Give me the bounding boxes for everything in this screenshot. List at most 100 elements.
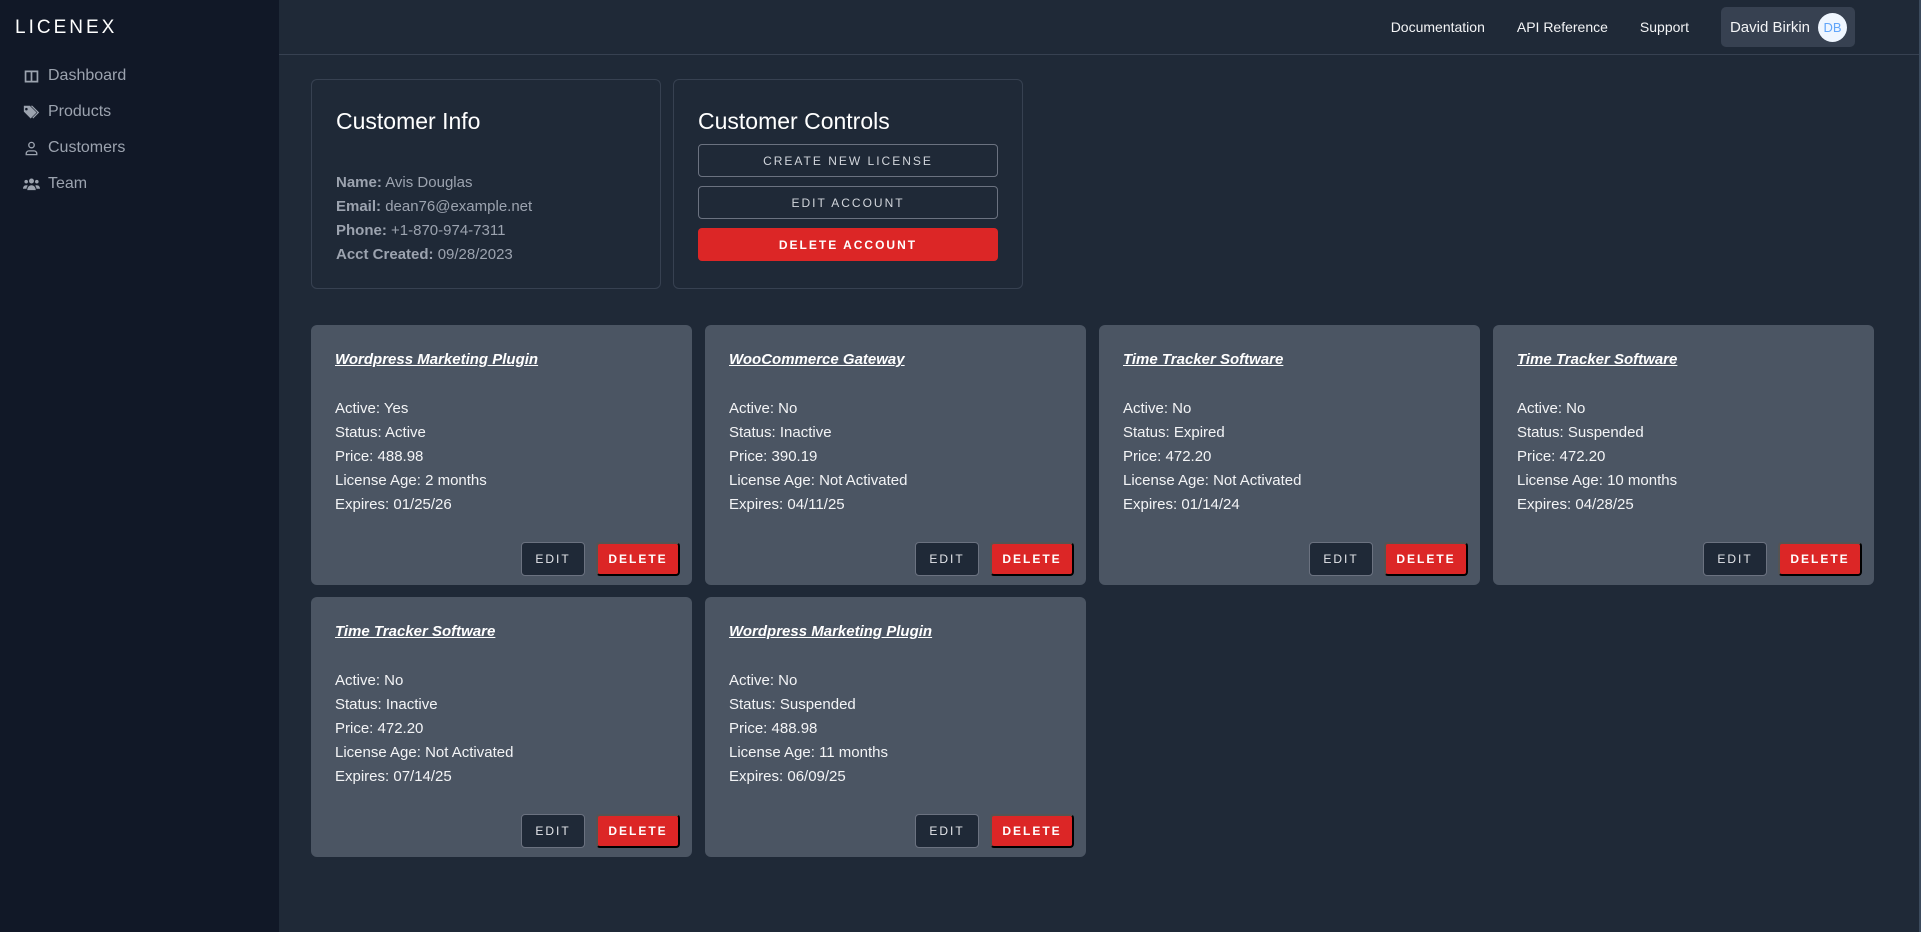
delete-license-button[interactable]: DELETE bbox=[596, 542, 680, 576]
customer-name: Avis Douglas bbox=[385, 174, 473, 191]
edit-license-button[interactable]: EDIT bbox=[521, 542, 585, 576]
license-product-link[interactable]: WooCommerce Gateway bbox=[729, 351, 905, 368]
license-card: Time Tracker Software Active: No Status: I… bbox=[311, 597, 692, 857]
license-details: Active: No Status: Suspended Price: 472.20… bbox=[1517, 397, 1677, 517]
edit-license-button[interactable]: EDIT bbox=[915, 814, 979, 848]
support-link[interactable]: Support bbox=[1640, 19, 1689, 35]
license-expires: Expires: 06/09/25 bbox=[729, 768, 846, 785]
license-product-link[interactable]: Time Tracker Software bbox=[1123, 351, 1283, 368]
license-age: License Age: 11 months bbox=[729, 744, 888, 761]
customer-phone: +1-870-974-7311 bbox=[391, 222, 506, 239]
license-expires: Expires: 01/25/26 bbox=[335, 496, 452, 513]
license-product-link[interactable]: Wordpress Marketing Plugin bbox=[729, 623, 932, 640]
license-details: Active: No Status: Suspended Price: 488.98… bbox=[729, 669, 888, 789]
customer-name-row: Name: Avis Douglas bbox=[336, 171, 532, 195]
license-details: Active: Yes Status: Active Price: 488.98 Li… bbox=[335, 397, 487, 517]
edit-license-button[interactable]: EDIT bbox=[915, 542, 979, 576]
customer-info-panel: Customer Info Name: Avis Douglas Email: … bbox=[311, 79, 661, 289]
license-product-link[interactable]: Time Tracker Software bbox=[335, 623, 495, 640]
license-product-link[interactable]: Time Tracker Software bbox=[1517, 351, 1677, 368]
create-license-button[interactable]: CREATE NEW LICENSE bbox=[698, 144, 998, 177]
field-label: Phone: bbox=[336, 222, 387, 239]
delete-license-button[interactable]: DELETE bbox=[990, 814, 1074, 848]
license-status: Status: Suspended bbox=[729, 696, 856, 713]
license-expires: Expires: 01/14/24 bbox=[1123, 496, 1240, 513]
delete-license-button[interactable]: DELETE bbox=[990, 542, 1074, 576]
api-reference-link[interactable]: API Reference bbox=[1517, 19, 1608, 35]
customer-info-fields: Name: Avis Douglas Email: dean76@example… bbox=[336, 171, 532, 267]
license-price: Price: 488.98 bbox=[335, 448, 424, 465]
license-price: Price: 472.20 bbox=[335, 720, 424, 737]
license-age: License Age: Not Activated bbox=[1123, 472, 1302, 489]
brand-logo[interactable]: LICENEX bbox=[15, 17, 117, 39]
delete-license-button[interactable]: DELETE bbox=[596, 814, 680, 848]
user-icon bbox=[22, 139, 40, 157]
license-details: Active: No Status: Inactive Price: 390.19 L… bbox=[729, 397, 907, 517]
app: LICENEX Dashboard Products Customers Tea… bbox=[0, 0, 1921, 932]
avatar: DB bbox=[1818, 12, 1847, 42]
license-status: Status: Suspended bbox=[1517, 424, 1644, 441]
sidebar-item-customers[interactable]: Customers bbox=[22, 130, 126, 166]
license-expires: Expires: 04/28/25 bbox=[1517, 496, 1634, 513]
license-status: Status: Inactive bbox=[729, 424, 832, 441]
license-age: License Age: 10 months bbox=[1517, 472, 1678, 489]
license-active: Active: No bbox=[1123, 400, 1192, 417]
customer-info-title: Customer Info bbox=[336, 108, 481, 134]
sidebar-item-team[interactable]: Team bbox=[22, 166, 126, 202]
sidebar-item-label: Customers bbox=[48, 139, 126, 156]
license-card: Wordpress Marketing Plugin Active: No Stat… bbox=[705, 597, 1086, 857]
license-price: Price: 390.19 bbox=[729, 448, 818, 465]
license-price: Price: 472.20 bbox=[1123, 448, 1212, 465]
edit-account-button[interactable]: EDIT ACCOUNT bbox=[698, 186, 998, 219]
edit-license-button[interactable]: EDIT bbox=[1703, 542, 1767, 576]
license-age: License Age: Not Activated bbox=[729, 472, 908, 489]
sidebar-item-label: Dashboard bbox=[48, 67, 127, 84]
header-links: Documentation API Reference Support Davi… bbox=[1391, 7, 1855, 47]
edit-license-button[interactable]: EDIT bbox=[521, 814, 585, 848]
sidebar-item-label: Products bbox=[48, 103, 112, 120]
user-name: David Birkin bbox=[1729, 18, 1810, 36]
sidebar: LICENEX Dashboard Products Customers Tea… bbox=[0, 0, 279, 932]
sidebar-nav: Dashboard Products Customers Team bbox=[22, 58, 126, 202]
sidebar-item-products[interactable]: Products bbox=[22, 94, 126, 130]
license-active: Active: No bbox=[335, 672, 404, 689]
license-expires: Expires: 07/14/25 bbox=[335, 768, 452, 785]
customer-email-row: Email: dean76@example.net bbox=[336, 195, 532, 219]
license-price: Price: 472.20 bbox=[1517, 448, 1606, 465]
field-label: Acct Created: bbox=[336, 246, 434, 263]
customer-controls-panel: Customer Controls CREATE NEW LICENSE EDI… bbox=[673, 79, 1023, 289]
delete-license-button[interactable]: DELETE bbox=[1778, 542, 1862, 576]
dashboard-icon bbox=[22, 67, 40, 85]
field-label: Name: bbox=[336, 174, 382, 191]
license-expires: Expires: 04/11/25 bbox=[729, 496, 845, 513]
license-status: Status: Active bbox=[335, 424, 426, 441]
license-active: Active: No bbox=[729, 400, 798, 417]
license-details: Active: No Status: Inactive Price: 472.20 L… bbox=[335, 669, 513, 789]
license-card: Time Tracker Software Active: No Status: E… bbox=[1099, 325, 1480, 585]
customer-created-row: Acct Created: 09/28/2023 bbox=[336, 243, 532, 267]
license-active: Active: Yes bbox=[335, 400, 409, 417]
license-card: WooCommerce Gateway Active: No Status: Ina… bbox=[705, 325, 1086, 585]
sidebar-item-dashboard[interactable]: Dashboard bbox=[22, 58, 126, 94]
top-header: Documentation API Reference Support Davi… bbox=[279, 0, 1921, 55]
license-active: Active: No bbox=[1517, 400, 1586, 417]
edit-license-button[interactable]: EDIT bbox=[1309, 542, 1373, 576]
customer-phone-row: Phone: +1-870-974-7311 bbox=[336, 219, 532, 243]
license-status: Status: Inactive bbox=[335, 696, 438, 713]
user-menu-button[interactable]: David Birkin DB bbox=[1720, 7, 1855, 47]
documentation-link[interactable]: Documentation bbox=[1391, 19, 1485, 35]
license-age: License Age: 2 months bbox=[335, 472, 487, 489]
customer-created: 09/28/2023 bbox=[437, 246, 513, 263]
license-card: Time Tracker Software Active: No Status: S… bbox=[1493, 325, 1874, 585]
license-details: Active: No Status: Expired Price: 472.20 Li… bbox=[1123, 397, 1301, 517]
license-card: Wordpress Marketing Plugin Active: Yes Sta… bbox=[311, 325, 692, 585]
delete-account-button[interactable]: DELETE ACCOUNT bbox=[698, 228, 998, 261]
customer-email: dean76@example.net bbox=[385, 198, 533, 215]
tags-icon bbox=[22, 103, 40, 121]
license-age: License Age: Not Activated bbox=[335, 744, 514, 761]
delete-license-button[interactable]: DELETE bbox=[1384, 542, 1468, 576]
customer-controls-title: Customer Controls bbox=[698, 108, 890, 134]
license-price: Price: 488.98 bbox=[729, 720, 818, 737]
sidebar-item-label: Team bbox=[48, 175, 88, 192]
license-product-link[interactable]: Wordpress Marketing Plugin bbox=[335, 351, 538, 368]
